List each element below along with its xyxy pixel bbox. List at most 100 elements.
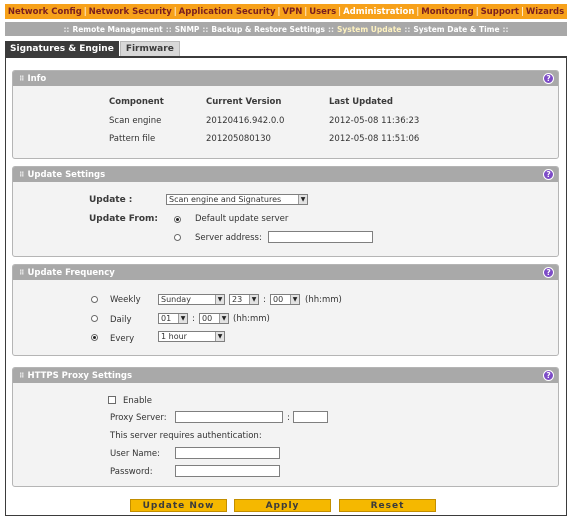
time-separator: : [263,295,266,305]
server-address-radio[interactable] [174,234,181,241]
update-now-button[interactable]: Update Now [130,499,227,512]
nav-network-config[interactable]: Network Config [7,7,83,17]
nav-application-security[interactable]: Application Security [178,7,277,17]
update-frequency-header: ⠿ Update Frequency ? [13,265,558,280]
chevron-down-icon: ▼ [178,314,187,323]
proxy-server-input[interactable] [175,411,283,423]
chevron-down-icon: ▼ [249,295,258,304]
time-separator: : [192,314,195,324]
table-row: Scan engine 20120416.942.0.0 2012-05-08 … [13,116,558,128]
weekly-day-select[interactable]: Sunday ▼ [158,294,225,305]
main-nav: | Network Config | Network Security | Ap… [3,4,569,19]
nav-administration[interactable]: Administration [342,7,415,17]
chevron-down-icon: ▼ [219,314,228,323]
daily-hour-value: 01 [161,314,172,323]
grip-icon: ⠿ [19,170,25,179]
tab-bar: Signatures & Engine Firmware [5,41,180,56]
cell-component: Scan engine [109,116,162,126]
cell-updated: 2012-05-08 11:36:23 [329,116,420,126]
cell-version: 20120416.942.0.0 [206,116,285,126]
default-server-label: Default update server [195,214,289,224]
info-panel-title: Info [27,73,47,84]
update-settings-header: ⠿ Update Settings ? [13,167,558,182]
auth-note: This server requires authentication: [110,431,262,441]
grip-icon: ⠿ [19,74,25,83]
subnav-backup-restore[interactable]: Backup & Restore Settings [211,25,325,34]
daily-label: Daily [110,315,132,325]
grip-icon: ⠿ [19,268,25,277]
daily-radio[interactable] [91,315,98,322]
server-address-input[interactable] [268,231,373,243]
subnav-system-date-time[interactable]: System Date & Time [413,25,499,34]
weekly-label: Weekly [110,295,141,305]
update-frequency-title: Update Frequency [27,267,115,278]
tab-signatures-engine[interactable]: Signatures & Engine [5,41,119,56]
enable-proxy-label: Enable [123,396,152,406]
info-panel: ⠿ Info ? Component Current Version Last … [12,70,559,159]
help-icon[interactable]: ? [543,370,554,381]
weekly-radio[interactable] [91,296,98,303]
update-settings-title: Update Settings [27,169,106,180]
update-settings-panel: ⠿ Update Settings ? Update : Scan engine… [12,166,559,257]
hhmm-hint: (hh:mm) [305,295,342,305]
nav-monitoring[interactable]: Monitoring [420,7,474,17]
apply-button[interactable]: Apply [234,499,331,512]
subnav-remote-management[interactable]: Remote Management [72,25,162,34]
daily-hour-select[interactable]: 01 ▼ [158,313,188,324]
proxy-port-input[interactable] [293,411,328,423]
col-current-version: Current Version [206,97,282,107]
col-last-updated: Last Updated [329,97,393,107]
table-row: Pattern file 201205080130 2012-05-08 11:… [13,134,558,146]
username-input[interactable] [175,447,280,459]
default-server-radio[interactable] [174,216,181,223]
username-label: User Name: [110,449,161,459]
help-icon[interactable]: ? [543,73,554,84]
enable-proxy-checkbox[interactable] [108,396,116,404]
subnav-snmp[interactable]: SNMP [175,25,200,34]
weekly-minute-value: 00 [273,295,284,304]
password-input[interactable] [175,465,280,477]
every-interval-value: 1 hour [161,332,187,341]
proxy-settings-panel: ⠿ HTTPS Proxy Settings ? Enable Proxy Se… [12,367,559,487]
help-icon[interactable]: ? [543,267,554,278]
nav-users[interactable]: Users [308,7,337,17]
password-label: Password: [110,467,153,477]
hhmm-hint: (hh:mm) [233,314,270,324]
server-address-label: Server address: [195,233,262,243]
update-from-label: Update From: [89,214,158,224]
weekly-hour-select[interactable]: 23 ▼ [229,294,259,305]
proxy-settings-header: ⠿ HTTPS Proxy Settings ? [13,368,558,383]
nav-network-security[interactable]: Network Security [88,7,173,17]
nav-wizards[interactable]: Wizards [525,7,565,17]
update-type-select[interactable]: Scan engine and Signatures ▼ [166,194,308,205]
daily-minute-value: 00 [202,314,213,323]
weekly-day-value: Sunday [161,295,191,304]
chevron-down-icon: ▼ [290,295,299,304]
sub-nav: :: Remote Management :: SNMP :: Backup &… [5,22,567,36]
nav-vpn[interactable]: VPN [281,7,303,17]
subnav-system-update[interactable]: System Update [337,25,401,34]
chevron-down-icon: ▼ [215,332,224,341]
reset-button[interactable]: Reset [339,499,436,512]
update-frequency-panel: ⠿ Update Frequency ? Weekly Sunday ▼ 23 … [12,264,559,356]
cell-version: 201205080130 [206,134,271,144]
chevron-down-icon: ▼ [298,195,307,204]
weekly-minute-select[interactable]: 00 ▼ [270,294,300,305]
grip-icon: ⠿ [19,371,25,380]
proxy-server-label: Proxy Server: [110,413,167,423]
update-label: Update : [89,195,133,205]
proxy-settings-title: HTTPS Proxy Settings [27,370,133,381]
every-radio[interactable] [91,334,98,341]
daily-minute-select[interactable]: 00 ▼ [199,313,229,324]
cell-component: Pattern file [109,134,156,144]
update-type-value: Scan engine and Signatures [169,195,282,204]
info-panel-header: ⠿ Info ? [13,71,558,86]
info-table-header: Component Current Version Last Updated [13,97,558,109]
nav-support[interactable]: Support [480,7,520,17]
tab-firmware[interactable]: Firmware [119,41,180,56]
help-icon[interactable]: ? [543,169,554,180]
cell-updated: 2012-05-08 11:51:06 [329,134,420,144]
every-interval-select[interactable]: 1 hour ▼ [158,331,225,342]
port-separator: : [287,413,290,423]
weekly-hour-value: 23 [232,295,243,304]
